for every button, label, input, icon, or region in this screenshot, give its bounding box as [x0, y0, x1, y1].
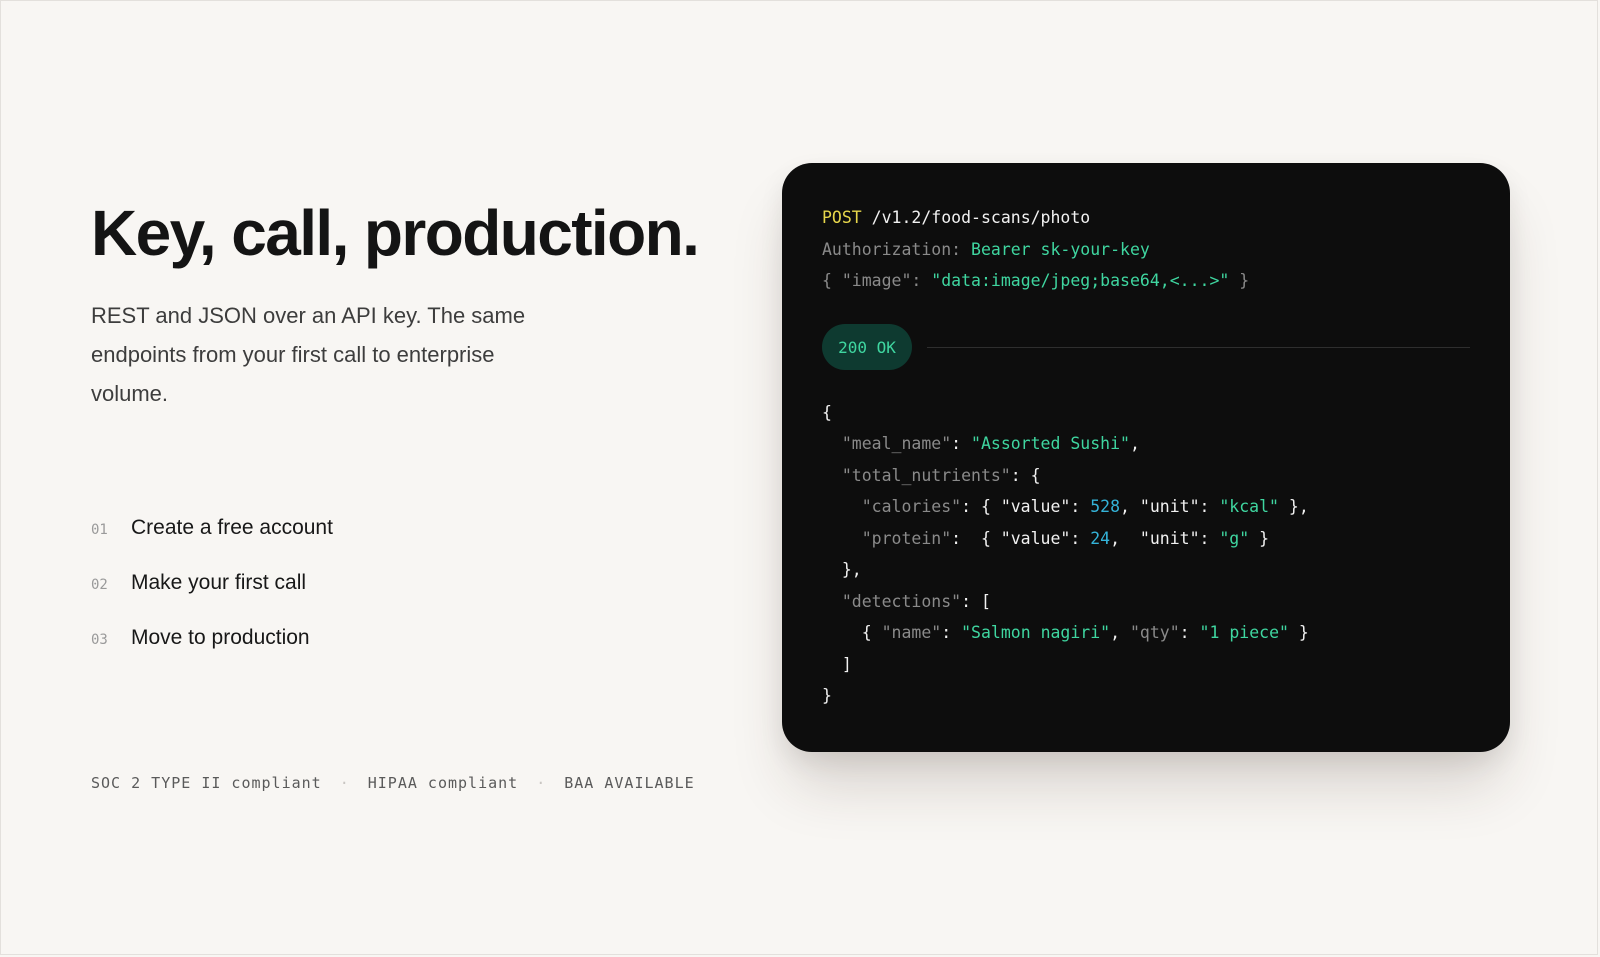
separator-dot: ·	[339, 774, 350, 792]
json-line: "protein": { "value": 24, "unit": "g" }	[822, 529, 1270, 548]
request-body-line: { "image": "data:image/jpeg;base64,<...>…	[822, 271, 1250, 290]
json-line: { "name": "Salmon nagiri", "qty": "1 pie…	[822, 623, 1309, 642]
json-line: "calories": { "value": 528, "unit": "kca…	[822, 497, 1309, 516]
step-number: 02	[91, 577, 108, 593]
step-production: 03 Move to production	[91, 626, 333, 681]
body-key: "image"	[841, 271, 912, 290]
step-number: 03	[91, 632, 108, 648]
compliance-baa: BAA AVAILABLE	[564, 774, 695, 792]
json-line: "detections": [	[822, 592, 991, 611]
json-line: ]	[822, 655, 852, 674]
compliance-hipaa: HIPAA compliant	[367, 774, 519, 792]
json-line: "meal_name": "Assorted Sushi",	[822, 434, 1140, 453]
auth-header-line: Authorization: Bearer sk-your-key	[822, 238, 1150, 262]
page-title: Key, call, production.	[91, 197, 700, 269]
separator-dot: ·	[536, 774, 547, 792]
code-sample-card: POST /v1.2/food-scans/photo Authorizatio…	[782, 163, 1510, 752]
step-create-account: 01 Create a free account	[91, 516, 333, 571]
step-label: Make your first call	[131, 571, 307, 594]
json-line: "total_nutrients": {	[822, 466, 1041, 485]
body-value: "data:image/jpeg;base64,<...>"	[931, 271, 1230, 290]
compliance-badges: SOC 2 TYPE II compliant · HIPAA compliant ·…	[91, 774, 695, 792]
step-first-call: 02 Make your first call	[91, 571, 333, 626]
step-label: Create a free account	[131, 516, 333, 539]
auth-header-value: Bearer sk-your-key	[971, 240, 1150, 259]
steps-list: 01 Create a free account 02 Make your fi…	[91, 516, 333, 681]
step-label: Move to production	[131, 626, 310, 649]
hero-lede: REST and JSON over an API key. The same …	[91, 303, 526, 406]
endpoint-path: /v1.2/food-scans/photo	[861, 208, 1091, 227]
auth-header-key: Authorization:	[822, 240, 972, 259]
request-line: POST /v1.2/food-scans/photo	[822, 206, 1090, 230]
json-line: },	[822, 560, 862, 579]
http-method: POST	[822, 208, 862, 227]
step-number: 01	[91, 522, 108, 538]
status-badge: 200 OK	[822, 324, 912, 370]
divider	[927, 347, 1470, 348]
json-line: }	[822, 686, 832, 705]
json-line: {	[822, 403, 832, 422]
compliance-soc2: SOC 2 TYPE II compliant	[91, 774, 322, 792]
